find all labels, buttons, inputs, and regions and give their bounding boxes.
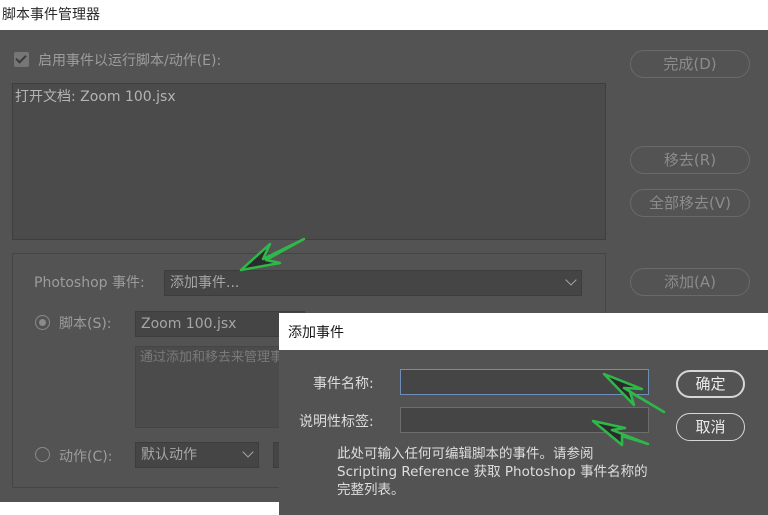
add-event-dialog: 添加事件 事件名称: 说明性标签: 确定 取消 此处可输入任何可编辑脚本的事件。… <box>279 313 768 515</box>
event-list[interactable]: 打开文档: Zoom 100.jsx <box>12 83 606 240</box>
ok-button[interactable]: 确定 <box>676 370 745 398</box>
action-set-value: 默认动作 <box>141 447 197 463</box>
done-button[interactable]: 完成(D) <box>630 50 750 78</box>
window-title: 脚本事件管理器 <box>2 7 100 23</box>
chevron-down-icon <box>565 274 577 286</box>
script-value: Zoom 100.jsx <box>141 316 237 332</box>
add-button[interactable]: 添加(A) <box>630 268 750 296</box>
dialog-title: 添加事件 <box>288 325 344 341</box>
photoshop-event-value: 添加事件... <box>170 275 240 291</box>
script-radio[interactable] <box>35 315 50 330</box>
action-label: 动作(C): <box>59 449 113 465</box>
script-description-text: 通过添加和移去来管理事件以获得详细说明。 <box>140 350 280 365</box>
event-name-label: 事件名称: <box>313 376 374 392</box>
window-titlebar: 脚本事件管理器 <box>0 0 768 30</box>
event-name-input[interactable] <box>400 369 649 395</box>
action-radio[interactable] <box>35 447 50 462</box>
script-label: 脚本(S): <box>59 316 112 332</box>
photoshop-event-label: Photoshop 事件: <box>34 275 145 291</box>
cancel-button[interactable]: 取消 <box>676 413 745 441</box>
chevron-down-icon <box>242 446 254 458</box>
enable-events-checkbox[interactable] <box>14 52 29 67</box>
enable-events-label: 启用事件以运行脚本/动作(E): <box>38 53 222 69</box>
dialog-titlebar: 添加事件 <box>279 313 768 350</box>
dialog-hint-text: 此处可输入任何可编辑脚本的事件。请参阅 Scripting Reference … <box>337 446 648 498</box>
action-set-select[interactable]: 默认动作 <box>135 442 259 468</box>
descriptive-label-input[interactable] <box>400 407 649 433</box>
remove-button[interactable]: 移去(R) <box>630 146 750 174</box>
photoshop-event-select[interactable]: 添加事件... <box>164 270 582 296</box>
descriptive-label-label: 说明性标签: <box>299 414 374 430</box>
event-list-item[interactable]: 打开文档: Zoom 100.jsx <box>15 86 176 106</box>
remove-all-button[interactable]: 全部移去(V) <box>630 189 750 217</box>
